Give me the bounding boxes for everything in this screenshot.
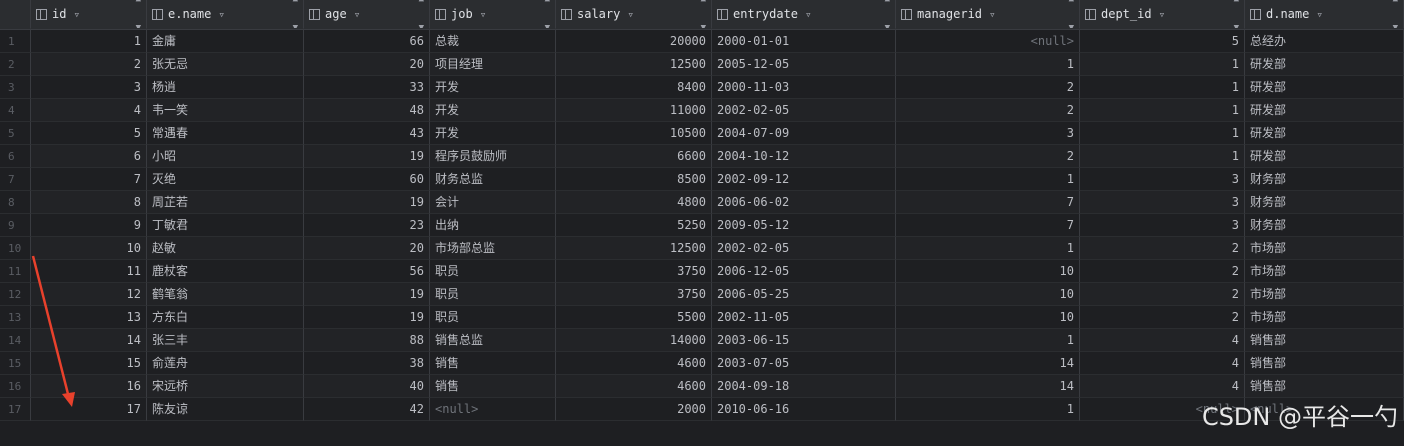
arrow-shaft xyxy=(31,255,71,399)
watermark: CSDN @平谷一勺 xyxy=(1201,403,1398,431)
annotation-arrow xyxy=(31,255,75,407)
arrow-head xyxy=(62,392,75,407)
